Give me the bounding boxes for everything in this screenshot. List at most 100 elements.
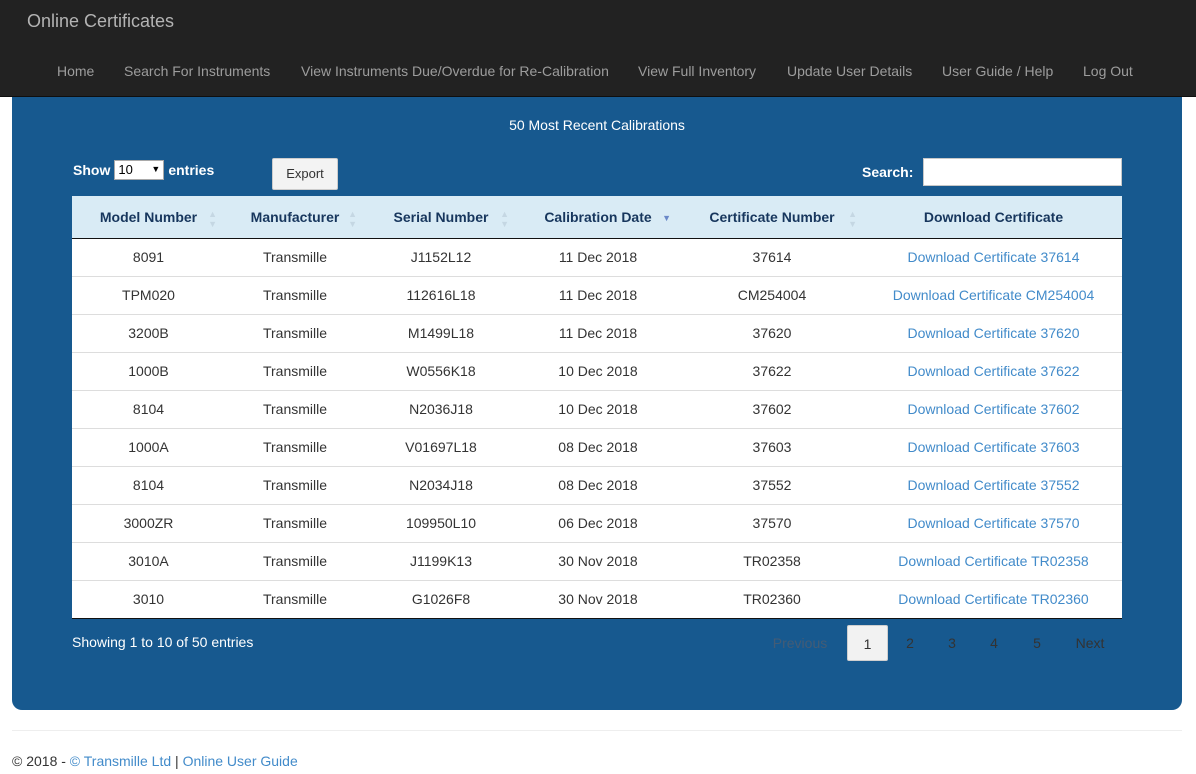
model-number-cell: 3000ZR [72, 503, 225, 542]
column-header-certificate-number[interactable]: Certificate Number ▲ ▼ [679, 196, 865, 239]
pagination-previous[interactable]: Previous [764, 625, 836, 661]
model-number-cell: TPM020 [72, 275, 225, 314]
brand-title[interactable]: Online Certificates [27, 11, 174, 32]
pagination-page-3[interactable]: 3 [938, 625, 966, 661]
entries-select-value: 10 [118, 162, 133, 177]
manufacturer-cell: Transmille [225, 465, 365, 504]
download-certificate-link[interactable]: Download Certificate TR02358 [898, 553, 1088, 569]
column-header-calibration-date[interactable]: Calibration Date ▼ [517, 196, 679, 239]
serial-number-cell: W0556K18 [365, 351, 517, 390]
download-certificate-link[interactable]: Download Certificate 37614 [908, 249, 1080, 265]
download-cell: Download Certificate 37602 [865, 389, 1122, 428]
table-info: Showing 1 to 10 of 50 entries [72, 634, 254, 650]
table-row: 1000B Transmille W0556K18 10 Dec 2018 37… [72, 351, 1122, 390]
nav-full-inventory[interactable]: View Full Inventory [638, 63, 756, 79]
download-certificate-link[interactable]: Download Certificate 37603 [908, 439, 1080, 455]
model-number-cell: 3200B [72, 313, 225, 352]
model-number-cell: 8091 [72, 237, 225, 276]
serial-number-cell: J1152L12 [365, 237, 517, 276]
calibration-date-cell: 11 Dec 2018 [517, 275, 679, 314]
table-row: 8104 Transmille N2034J18 08 Dec 2018 375… [72, 465, 1122, 504]
search-label: Search: [862, 164, 914, 180]
download-certificate-link[interactable]: Download Certificate 37552 [908, 477, 1080, 493]
download-cell: Download Certificate 37603 [865, 427, 1122, 466]
footer-company-link[interactable]: © Transmille Ltd [70, 753, 171, 769]
calibration-date-cell: 08 Dec 2018 [517, 465, 679, 504]
model-number-cell: 8104 [72, 465, 225, 504]
export-button[interactable]: Export [272, 158, 338, 190]
table-row: 8091 Transmille J1152L12 11 Dec 2018 376… [72, 237, 1122, 276]
sort-icon: ▲ ▼ [848, 209, 857, 229]
download-certificate-link[interactable]: Download Certificate 37620 [908, 325, 1080, 341]
table-header-row: Model Number ▲ ▼ Manufacturer ▲ ▼ Serial Num… [72, 196, 1122, 239]
column-header-manufacturer[interactable]: Manufacturer ▲ ▼ [225, 196, 365, 239]
entries-label: entries [168, 162, 215, 178]
table-row: 3200B Transmille M1499L18 11 Dec 2018 37… [72, 313, 1122, 352]
search-input[interactable] [923, 158, 1122, 186]
calibration-date-cell: 10 Dec 2018 [517, 351, 679, 390]
certificate-number-cell: 37620 [679, 313, 865, 352]
download-cell: Download Certificate TR02358 [865, 541, 1122, 580]
column-header-serial-number[interactable]: Serial Number ▲ ▼ [365, 196, 517, 239]
model-number-cell: 8104 [72, 389, 225, 428]
serial-number-cell: M1499L18 [365, 313, 517, 352]
footer: © 2018 - © Transmille Ltd | Online User … [12, 753, 298, 769]
nav-log-out[interactable]: Log Out [1083, 63, 1133, 79]
serial-number-cell: 109950L10 [365, 503, 517, 542]
pagination-page-4[interactable]: 4 [980, 625, 1008, 661]
pagination-page-5[interactable]: 5 [1023, 625, 1051, 661]
dropdown-arrow-icon: ▼ [151, 164, 161, 174]
calibration-date-cell: 11 Dec 2018 [517, 237, 679, 276]
nav-update-user-details[interactable]: Update User Details [787, 63, 912, 79]
manufacturer-cell: Transmille [225, 503, 365, 542]
serial-number-cell: V01697L18 [365, 427, 517, 466]
footer-user-guide-link[interactable]: Online User Guide [183, 753, 298, 769]
show-entries-control: Show 10 ▼ entries [73, 160, 214, 180]
manufacturer-cell: Transmille [225, 313, 365, 352]
certificate-number-cell: TR02358 [679, 541, 865, 580]
download-certificate-link[interactable]: Download Certificate 37622 [908, 363, 1080, 379]
model-number-cell: 3010 [72, 579, 225, 619]
column-header-model-number[interactable]: Model Number ▲ ▼ [72, 196, 225, 239]
manufacturer-cell: Transmille [225, 389, 365, 428]
sort-icon: ▲ ▼ [208, 209, 217, 229]
manufacturer-cell: Transmille [225, 579, 365, 619]
manufacturer-cell: Transmille [225, 275, 365, 314]
nav-search-instruments[interactable]: Search For Instruments [124, 63, 270, 79]
sort-icon: ▲ ▼ [500, 209, 509, 229]
sort-desc-icon: ▼ [662, 213, 671, 223]
download-cell: Download Certificate 37614 [865, 237, 1122, 276]
table-row: 3010A Transmille J1199K13 30 Nov 2018 TR… [72, 541, 1122, 580]
download-certificate-link[interactable]: Download Certificate TR02360 [898, 591, 1088, 607]
download-certificate-link[interactable]: Download Certificate 37602 [908, 401, 1080, 417]
pagination-page-2[interactable]: 2 [896, 625, 924, 661]
model-number-cell: 1000A [72, 427, 225, 466]
download-certificate-link[interactable]: Download Certificate CM254004 [893, 287, 1095, 303]
nav-home[interactable]: Home [57, 63, 94, 79]
pagination-page-1[interactable]: 1 [847, 625, 888, 661]
download-cell: Download Certificate 37620 [865, 313, 1122, 352]
footer-separator: | [171, 753, 183, 769]
model-number-cell: 1000B [72, 351, 225, 390]
table-row: TPM020 Transmille 112616L18 11 Dec 2018 … [72, 275, 1122, 314]
download-cell: Download Certificate CM254004 [865, 275, 1122, 314]
nav-user-guide-help[interactable]: User Guide / Help [942, 63, 1053, 79]
manufacturer-cell: Transmille [225, 237, 365, 276]
entries-select[interactable]: 10 ▼ [114, 160, 165, 180]
calibration-date-cell: 10 Dec 2018 [517, 389, 679, 428]
table-row: 1000A Transmille V01697L18 08 Dec 2018 3… [72, 427, 1122, 466]
calibration-date-cell: 30 Nov 2018 [517, 579, 679, 619]
table-row: 3010 Transmille G1026F8 30 Nov 2018 TR02… [72, 579, 1122, 619]
download-certificate-link[interactable]: Download Certificate 37570 [908, 515, 1080, 531]
manufacturer-cell: Transmille [225, 427, 365, 466]
nav-due-overdue[interactable]: View Instruments Due/Overdue for Re-Cali… [301, 63, 609, 79]
sort-icon: ▲ ▼ [348, 209, 357, 229]
show-label: Show [73, 162, 111, 178]
footer-divider [12, 730, 1182, 731]
manufacturer-cell: Transmille [225, 541, 365, 580]
certificate-number-cell: 37603 [679, 427, 865, 466]
manufacturer-cell: Transmille [225, 351, 365, 390]
pagination-next[interactable]: Next [1066, 625, 1114, 661]
download-cell: Download Certificate 37552 [865, 465, 1122, 504]
certificate-number-cell: CM254004 [679, 275, 865, 314]
